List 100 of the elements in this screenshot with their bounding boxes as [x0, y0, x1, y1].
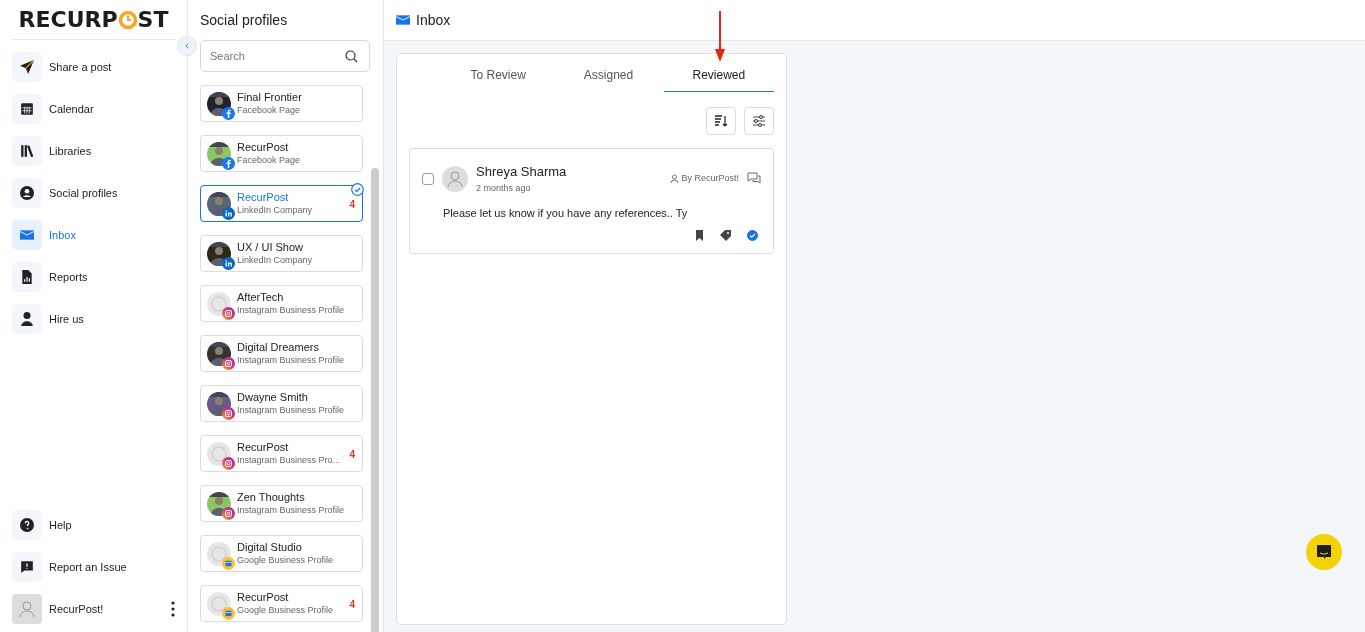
sidebar-item[interactable]: Help: [12, 510, 175, 540]
search-icon: [345, 50, 358, 63]
sidebar-item[interactable]: Inbox: [12, 220, 175, 250]
profile-card[interactable]: RecurPost Google Business Profile 4: [200, 585, 363, 622]
page-title: Inbox: [416, 10, 451, 30]
business-profile-icon: [222, 556, 235, 570]
profile-name: Dwayne Smith: [237, 391, 309, 404]
library-icon: [20, 144, 34, 158]
profile-card[interactable]: Digital Dreamers Instagram Business Profile: [200, 335, 363, 372]
sidebar-item[interactable]: Libraries: [12, 136, 175, 166]
profile-type: LinkedIn Company: [237, 254, 313, 266]
profile-name: Digital Dreamers: [237, 341, 320, 354]
sort-icon: [714, 114, 728, 128]
profile-type: Facebook Page: [237, 154, 301, 166]
avatar-icon: [12, 594, 42, 624]
tab[interactable]: Assigned: [553, 62, 664, 92]
linkedin-icon: [222, 256, 235, 270]
user-icon: [670, 174, 680, 183]
tab[interactable]: Reviewed: [663, 62, 774, 92]
author-source: By RecurPost!: [681, 171, 739, 185]
report-icon: [20, 270, 34, 284]
profile-name: Final Frontier: [237, 91, 302, 104]
instagram-icon: [222, 356, 235, 370]
profile-name: Zen Thoughts: [237, 491, 306, 504]
profile-card[interactable]: Zen Thoughts Instagram Business Profile: [200, 485, 363, 522]
unread-count: 4: [349, 198, 355, 212]
profile-name: RecurPost: [237, 191, 290, 204]
tag-icon[interactable]: [720, 229, 731, 241]
tab[interactable]: To Review: [443, 62, 554, 92]
profile-type: Instagram Business Profile: [237, 304, 345, 316]
filter-button[interactable]: [744, 107, 774, 135]
checkbox[interactable]: [422, 172, 434, 185]
unread-count: 4: [349, 598, 355, 612]
profile-name: RecurPost: [237, 441, 290, 454]
sidebar-item[interactable]: Report an Issue: [12, 552, 175, 582]
sliders-icon: [752, 114, 766, 128]
instagram-icon: [222, 306, 235, 320]
instagram-icon: [222, 506, 235, 520]
help-icon: [20, 518, 34, 532]
sidebar-item[interactable]: Reports: [12, 262, 175, 292]
avatar-placeholder-icon: [207, 291, 231, 316]
linkedin-icon: [222, 206, 235, 220]
facebook-icon: [222, 106, 235, 120]
profile-card[interactable]: Dwayne Smith Instagram Business Profile: [200, 385, 363, 422]
profile-card[interactable]: UX / UI Show LinkedIn Company: [200, 235, 363, 272]
profile-card[interactable]: RecurPost LinkedIn Company 4: [200, 185, 363, 222]
facebook-icon: [222, 156, 235, 170]
more-icon[interactable]: [171, 601, 175, 617]
annotation-arrow: [714, 11, 726, 63]
profile-type: Google Business Profile: [237, 604, 334, 616]
avatar-icon: [442, 165, 468, 192]
profile-type: Facebook Page: [237, 104, 302, 116]
comment-alert-icon: [20, 560, 34, 574]
profile-card[interactable]: RecurPost Facebook Page: [200, 135, 363, 172]
profile-name: RecurPost: [237, 141, 290, 154]
profile-type: Instagram Business Pro...: [237, 454, 341, 466]
profile-name: UX / UI Show: [237, 241, 305, 254]
chat-icon[interactable]: [747, 172, 761, 185]
scrollbar[interactable]: [371, 168, 379, 632]
send-icon: [20, 60, 34, 74]
business-profile-icon: [222, 606, 235, 620]
mail-icon: [396, 13, 410, 27]
search-field[interactable]: Search: [200, 40, 370, 72]
author-name: Shreya Sharma: [476, 163, 568, 181]
profile-card[interactable]: RecurPost Instagram Business Pro... 4: [200, 435, 363, 472]
profile-name: AfterTech: [237, 291, 285, 304]
sidebar-item[interactable]: Hire us: [12, 304, 175, 334]
sort-button[interactable]: [706, 107, 736, 135]
calendar-icon: [20, 102, 34, 116]
chat-icon: [1315, 543, 1333, 561]
profile-name: Digital Studio: [237, 541, 303, 554]
sidebar-item[interactable]: Share a post: [12, 52, 175, 82]
check-circle-icon[interactable]: [747, 229, 758, 241]
clock-icon: [117, 9, 138, 30]
logo: RECURP ST: [18, 6, 169, 34]
panel-title: Social profiles: [200, 11, 289, 30]
message-text: Please let us know if you have any references.. Ty: [443, 206, 689, 221]
profile-card[interactable]: Digital Studio Google Business Profile: [200, 535, 363, 572]
sidebar-item[interactable]: Calendar: [12, 94, 175, 124]
profile-type: Google Business Profile: [237, 554, 334, 566]
sidebar-item[interactable]: Social profiles: [12, 178, 175, 208]
mail-icon: [20, 228, 34, 242]
profile-type: LinkedIn Company: [237, 204, 313, 216]
unread-count: 4: [349, 448, 355, 462]
person-icon: [20, 312, 34, 326]
profile-type: Instagram Business Profile: [237, 404, 345, 416]
profile-type: Instagram Business Profile: [237, 354, 345, 366]
profile-card[interactable]: AfterTech Instagram Business Profile: [200, 285, 363, 322]
user-name: RecurPost!: [49, 601, 105, 617]
avatar-placeholder-icon: [207, 441, 231, 466]
chat-launcher-button[interactable]: [1306, 534, 1342, 570]
profile-card[interactable]: Final Frontier Facebook Page: [200, 85, 363, 122]
profile-type: Instagram Business Profile: [237, 504, 345, 516]
check-circle-icon: [351, 183, 364, 196]
timestamp: 2 months ago: [476, 181, 532, 195]
instagram-icon: [222, 406, 235, 420]
profile-icon: [20, 186, 34, 200]
bookmark-icon[interactable]: [695, 229, 704, 241]
instagram-icon: [222, 456, 235, 470]
chevron-left-icon: [184, 42, 190, 50]
